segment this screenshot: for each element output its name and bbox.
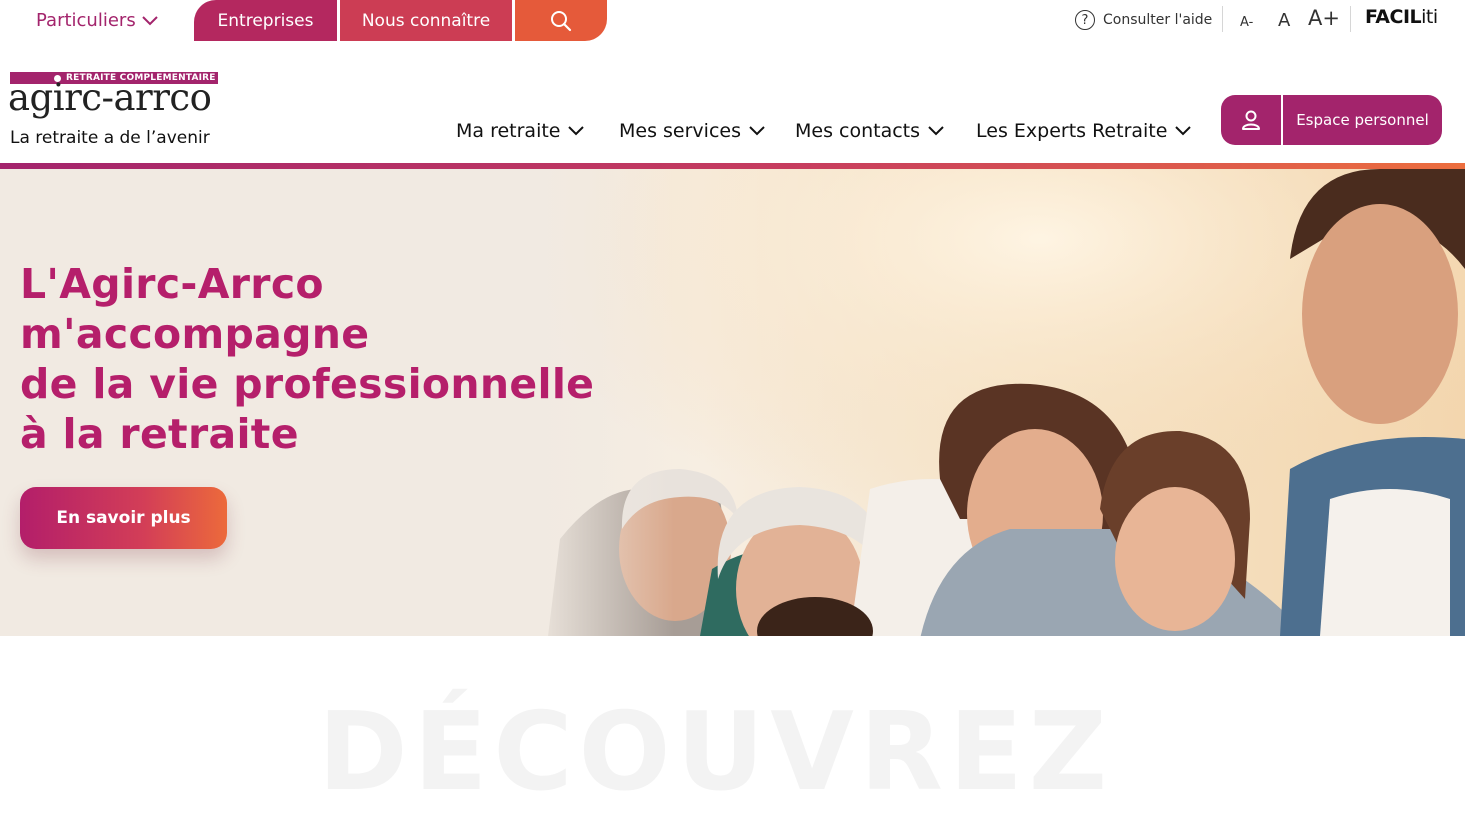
tab-entreprises[interactable]: Entreprises [194,0,337,41]
divider [1350,6,1351,32]
user-icon [1221,95,1283,145]
faciliti-suffix: iti [1421,6,1438,28]
hero-title: L'Agirc-Arrco m'accompagne de la vie pro… [20,259,620,459]
font-size-default-button[interactable]: A [1278,10,1290,31]
tab-entreprises-label: Entreprises [217,10,314,31]
nav-item-mes-contacts[interactable]: Mes contacts [795,118,944,144]
tab-particuliers[interactable]: Particuliers [0,0,196,41]
section-heading-decouvrez: DÉCOUVREZ [318,690,1114,815]
nav-item-label: Ma retraite [456,120,561,142]
hero-title-line: L'Agirc-Arrco [20,260,324,308]
chevron-down-icon [1175,126,1192,136]
help-circle-icon: ? [1075,10,1095,30]
font-size-decrease-button[interactable]: A- [1240,15,1253,30]
chevron-down-icon [568,126,585,136]
chevron-down-icon [928,126,944,136]
chevron-down-icon [141,15,158,25]
chevron-down-icon [749,126,765,136]
nav-item-mes-services[interactable]: Mes services [619,118,765,144]
search-icon [551,10,572,31]
hero-banner: L'Agirc-Arrco m'accompagne de la vie pro… [0,169,1465,636]
espace-personnel-label: Espace personnel [1296,111,1429,129]
help-label: Consulter l'aide [1103,12,1213,28]
help-link[interactable]: ? Consulter l'aide [1075,5,1212,35]
hero-title-line: de la vie professionnelle [20,360,595,408]
search-button[interactable] [515,0,607,41]
hero-title-line: m'accompagne [20,310,370,358]
hero-title-line: à la retraite [20,410,299,458]
nav-item-les-experts-retraite[interactable]: Les Experts Retraite [976,118,1192,144]
logo-tagline: La retraite a de l’avenir [10,128,210,148]
faciliti-button[interactable]: FACILiti [1365,6,1438,28]
faciliti-prefix: FACIL [1365,6,1422,28]
tab-particuliers-label: Particuliers [36,10,136,31]
nav-item-ma-retraite[interactable]: Ma retraite [456,118,585,144]
tab-nous-connaitre-label: Nous connaître [361,10,491,31]
top-utility-bar: Particuliers Entreprises Nous connaître … [0,0,1465,41]
nav-item-label: Mes services [619,120,741,142]
espace-personnel-button[interactable]: Espace personnel [1221,95,1442,145]
nav-item-label: Les Experts Retraite [976,120,1168,142]
font-size-increase-button[interactable]: A+ [1308,6,1340,30]
nav-item-label: Mes contacts [795,120,921,142]
logo-wordmark: agirc-arrco [8,76,212,119]
divider [1222,6,1223,32]
en-savoir-plus-label: En savoir plus [56,508,191,528]
en-savoir-plus-button[interactable]: En savoir plus [20,487,227,549]
tab-nous-connaitre[interactable]: Nous connaître [340,0,512,41]
